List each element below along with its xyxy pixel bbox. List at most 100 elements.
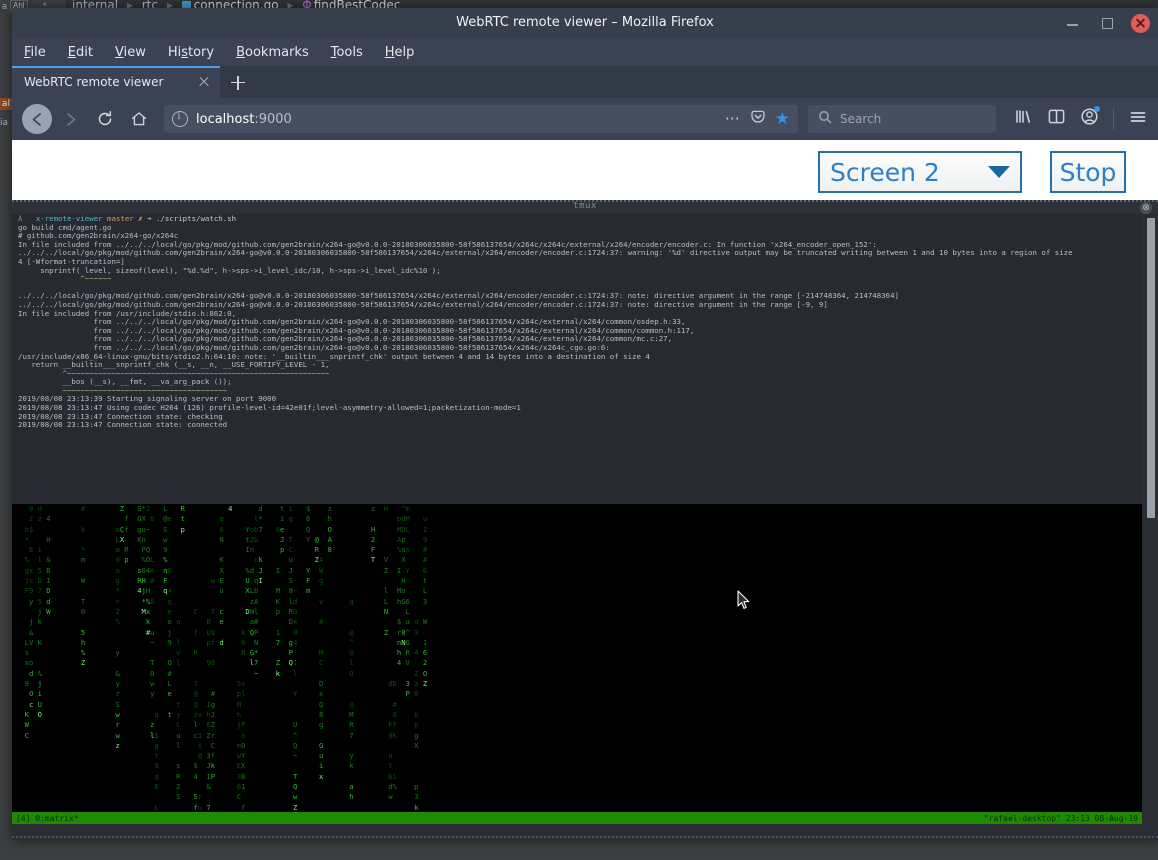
tmux-status-left: [4] 0:matrix* [16,813,79,823]
home-button[interactable] [124,104,154,134]
chevron-down-icon [988,166,1010,178]
remote-screen-viewer[interactable]: tmux ⊗ λ x-remote-viewer master ✗ ➜ ./sc… [12,200,1158,840]
screen-select[interactable]: Screen 2 [818,151,1022,193]
matrix-row: & 5 #u j f U$ k QP 1 9 @ Z r0^ 3 [28,627,419,637]
stop-button[interactable]: Stop [1050,151,1126,193]
screen-select-value: Screen 2 [830,157,940,187]
close-icon[interactable]: ⊗ [1140,202,1152,214]
toolbar-divider [1113,108,1114,130]
matrix-row: O i r y e @ # pl Y x P 8 [28,689,419,699]
tmux-window-titlebar: tmux [12,201,1158,214]
viewer-scrollbar[interactable] [1146,218,1156,820]
close-button[interactable] [1131,13,1150,33]
tab-label: WebRTC remote viewer [24,75,164,89]
matrix-row: z g l i C m0 Q G X [115,740,419,750]
matrix-row: z z 4 f OX 6 @e t q l* i q 6 h pdM u [28,514,428,524]
back-arrow-icon [32,112,41,126]
tab-close-icon[interactable] [196,74,212,90]
url-port: :9000 [254,111,292,127]
ide-left-secondary-tag[interactable]: ia [0,118,8,128]
window-title: WebRTC remote viewer – Mozilla Firefox [456,15,714,30]
maximize-button[interactable] [1097,13,1117,33]
page-content: Screen 2 Stop tmux ⊗ λ x-remote-viewer m… [12,140,1158,840]
menu-label-view-rest: iew [123,44,146,60]
matrix-row: F9 7 D * 4jH q4 u XLb M 8~ m l Mo L [24,586,428,596]
menu-label-help-rest: elp [394,44,415,60]
terminal-line: 2019/08/08 23:13:47 Connection state: co… [18,420,228,430]
terminal-output: λ x-remote-viewer master ✗ ➜ ./scripts/w… [12,214,1142,504]
tmux-status-right: "rafael-desktop" 23:13 08-Aug-19 [983,813,1138,823]
ide-tab-label-a[interactable]: a [2,1,7,11]
firefox-window: WebRTC remote viewer – Mozilla Firefox F… [12,8,1158,840]
url-bar-actions: ⋯ ★ [725,109,790,130]
matrix-row: K O w q t y zv hJ h 8 M 8 b [24,709,419,719]
scrollbar-thumb[interactable] [1147,218,1155,518]
tmux-window-label: tmux [573,201,597,211]
matrix-row: E 2 & 61 Q a d% p [154,782,419,792]
matrix-row: S Sr C w h w 3 [176,792,419,802]
search-bar[interactable]: Search [808,105,996,133]
tab-webrtc-remote-viewer[interactable]: WebRTC remote viewer [12,66,220,98]
back-button[interactable] [22,104,52,134]
pocket-icon[interactable] [750,109,766,130]
menubar: File Edit View History Bookmarks Tools H… [12,38,1158,66]
account-icon[interactable] [1080,106,1100,131]
menu-item-history[interactable]: History [168,45,214,60]
reload-icon [98,111,112,126]
matrix-row: h$ k mCf gu~ S p 6 Yob7 6e Q O H MDL Z [24,524,428,534]
viewer-controls-row: Screen 2 Stop [12,140,1158,200]
matrix-row: gx 5 B o s04K n8 X %d J I J Y W Z I Y 6 [24,565,428,575]
url-bar[interactable]: localhost:9000 ⋯ ★ [164,105,798,133]
sidebar-icon[interactable] [1047,107,1066,131]
menu-label-tools-rest: ools [336,44,363,60]
terminal-line: ^~~~~~~ [18,274,112,284]
matrix-rain: 9 d # Z G*J L R 4 d t i $ z z H ^m z z 4… [12,504,1142,824]
forward-button[interactable] [56,104,86,134]
ellipsis-icon[interactable]: ⋯ [725,111,741,126]
url-host: localhost [196,111,255,127]
menu-icon[interactable] [1128,107,1148,132]
matrix-row: 9 s $ Jk EX i k Y [154,761,393,771]
matrix-row: W r z C l 6Z jP U g R Ff p [24,720,419,730]
matrix-row: C w l$ u c1 Zr a ^ 7 9K g [24,730,419,740]
page-info-icon[interactable] [172,111,188,127]
ide-left-highlight-tag[interactable]: al [0,98,13,110]
forward-arrow-icon [66,112,75,126]
reload-button[interactable] [90,104,120,134]
menu-label-edit-rest: dit [76,44,93,60]
menu-item-tools[interactable]: Tools [331,45,363,60]
toolbar-icons [1014,106,1148,132]
menu-item-bookmarks[interactable]: Bookmarks [236,45,309,60]
viewer-bottom-border [12,836,1158,838]
url-text[interactable]: localhost:9000 [196,112,725,127]
bookmark-star-icon[interactable]: ★ [775,110,790,127]
navigation-toolbar: localhost:9000 ⋯ ★ Search [12,98,1158,140]
menu-item-edit[interactable]: Edit [68,45,93,60]
menu-item-file[interactable]: File [24,45,46,60]
matrix-row: * H LX Kn w N tZG J T Y @ A 2 Ap 9 [24,534,428,544]
matrix-row: jc D I W g RH # F w E U qI S F g H t [24,576,428,586]
matrix-row: 9 d # Z G*J L R 4 d t i $ z z H ^m [28,504,410,513]
matrix-row: % l & m d p %OL % K ck u Z4 T V X # [24,555,428,565]
matrix-row: xo Z T O l 98 l7 Z QI C l 4 V 2 [24,658,428,668]
matrix-row: q R 4 IP 3B T x 6i [154,771,397,781]
menu-item-help[interactable]: Help [385,45,415,60]
menu-label-bookmarks-rest: ookmarks [245,44,309,60]
matrix-row: E i * m R PQ 9 Im p C R 8 F %oX # [28,545,428,555]
ide-left-strip: al ia [0,14,13,860]
home-icon [131,112,147,126]
matrix-row: j W 0 2 Mx e C 7 c DWl p RG N L [37,606,410,616]
terminal-line: ../../../local/go/pkg/mod/github.com/gen… [18,248,1073,258]
terminal-line: snprintf( level, sizeof(level), "%d.%d",… [18,265,441,275]
new-tab-button[interactable] [220,66,254,98]
window-titlebar: WebRTC remote viewer – Mozilla Firefox [12,8,1158,38]
matrix-row: y 5 d T r *%A q zA K ld v g L hG6 3 [28,596,428,606]
minimize-button[interactable] [1063,13,1083,33]
library-icon[interactable] [1014,107,1033,131]
matrix-row: j k % k o n B e a# Dk # $ u o W [28,617,428,627]
tmux-status-bar: [4] 0:matrix* "rafael-desktop" 23:13 08-… [12,812,1142,824]
matrix-row: s % y v R N G* P M @ h R 4 6 [24,648,428,658]
account-notification-dot [1094,106,1100,112]
menu-item-view[interactable]: View [115,45,146,60]
screen-root: internal ▸ rtc ▸ connection.go ▸ ΦfindBe… [0,0,1158,860]
